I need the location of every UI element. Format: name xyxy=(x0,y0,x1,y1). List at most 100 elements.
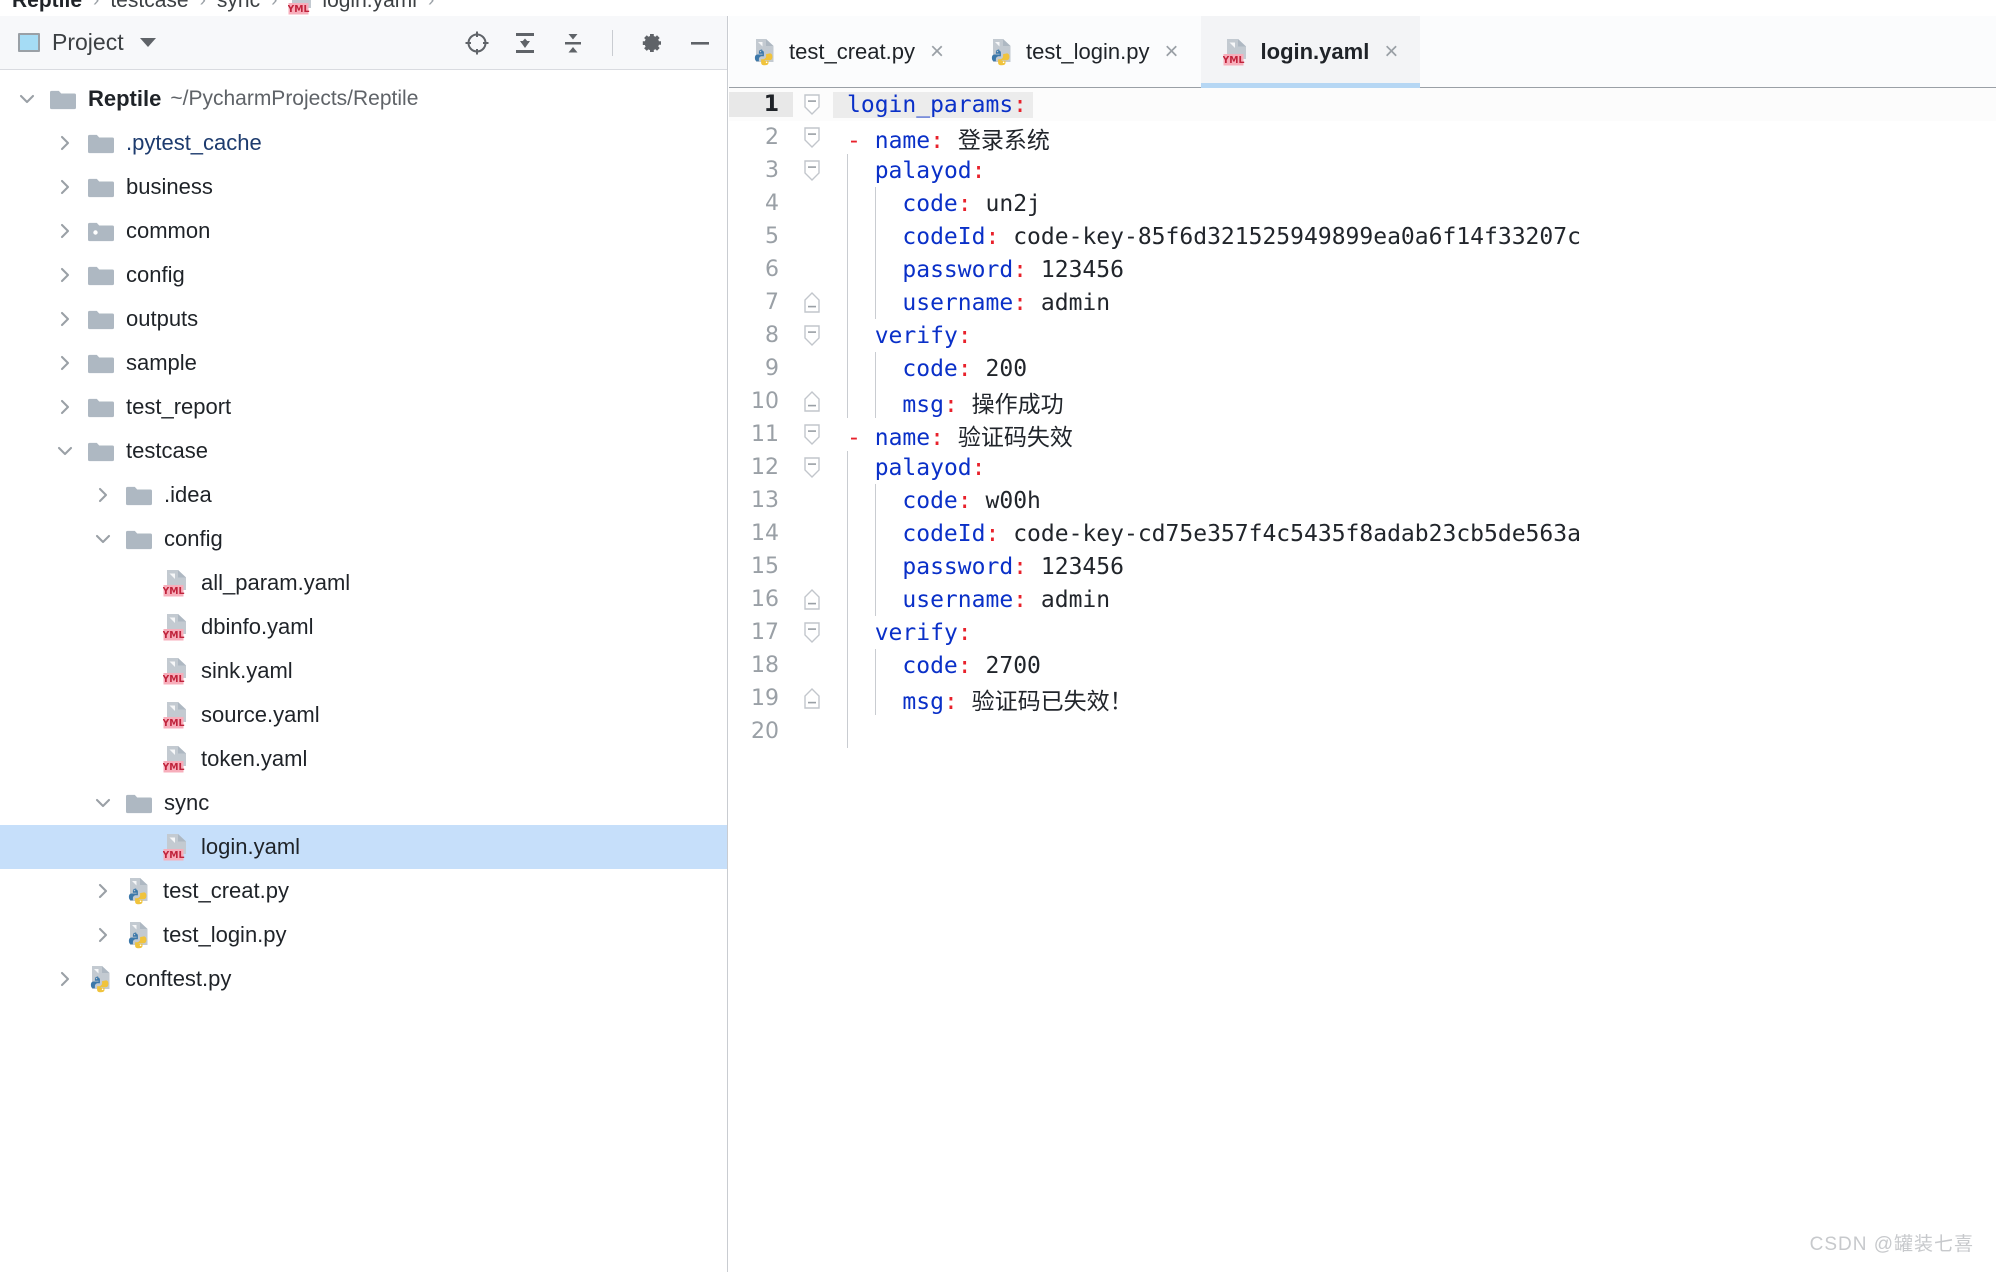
code-line-text: password: 123456 xyxy=(833,257,1124,283)
tree-row[interactable]: .idea xyxy=(0,473,727,517)
chevron-right-icon[interactable] xyxy=(52,966,78,992)
chevron-right-icon[interactable] xyxy=(52,174,78,200)
editor-gutter[interactable] xyxy=(793,583,833,616)
chevron-right-icon[interactable] xyxy=(52,306,78,332)
tree-row[interactable]: sync xyxy=(0,781,727,825)
code-line-text: verify: xyxy=(833,323,972,349)
tree-row[interactable]: config xyxy=(0,517,727,561)
fold-collapse-icon[interactable] xyxy=(803,94,821,122)
fold-end-icon[interactable] xyxy=(803,292,821,320)
yaml-value: w00h xyxy=(985,487,1041,514)
tree-row[interactable]: YML source.yaml xyxy=(0,693,727,737)
yaml-value: 验证码失效 xyxy=(957,424,1073,451)
breadcrumb-item-testcase[interactable]: testcase xyxy=(106,0,192,13)
tree-row[interactable]: sample xyxy=(0,341,727,385)
expand-all-icon[interactable] xyxy=(512,30,538,56)
editor-gutter[interactable] xyxy=(793,352,833,385)
code-line: 10 msg: 操作成功 xyxy=(729,385,1996,418)
editor-gutter[interactable] xyxy=(793,550,833,583)
close-icon[interactable]: × xyxy=(1165,39,1179,64)
tree-row[interactable]: .pytest_cache xyxy=(0,121,727,165)
line-number: 8 xyxy=(765,323,779,348)
fold-collapse-icon[interactable] xyxy=(803,457,821,485)
chevron-down-icon[interactable] xyxy=(14,86,40,112)
editor-gutter[interactable] xyxy=(793,451,833,484)
tree-row[interactable]: Reptile ~/PycharmProjects/Reptile xyxy=(0,77,727,121)
editor-gutter[interactable] xyxy=(793,121,833,154)
yaml-colon: : xyxy=(985,520,1000,547)
chevron-down-icon[interactable] xyxy=(90,526,116,552)
project-panel-toolbar xyxy=(464,16,713,70)
tree-row-selected[interactable]: YML login.yaml xyxy=(0,825,727,869)
editor-tab-test_creat-py[interactable]: test_creat.py × xyxy=(729,16,966,87)
fold-end-icon[interactable] xyxy=(803,688,821,716)
editor-tab-login-yaml[interactable]: YML login.yaml × xyxy=(1200,16,1421,88)
fold-collapse-icon[interactable] xyxy=(803,424,821,452)
editor-gutter[interactable] xyxy=(793,319,833,352)
chevron-down-icon[interactable] xyxy=(139,38,156,47)
fold-end-icon[interactable] xyxy=(803,391,821,419)
breadcrumb-item-login-yaml[interactable]: YML login.yaml xyxy=(284,0,421,16)
chevron-down-icon[interactable] xyxy=(90,790,116,816)
tree-row[interactable]: YML all_param.yaml xyxy=(0,561,727,605)
editor-gutter[interactable] xyxy=(793,154,833,187)
minimize-icon[interactable] xyxy=(687,30,713,56)
editor-gutter[interactable] xyxy=(793,286,833,319)
fold-collapse-icon[interactable] xyxy=(803,325,821,353)
tree-row-label: test_report xyxy=(126,394,232,419)
editor-gutter[interactable] xyxy=(793,616,833,649)
locate-in-tree-icon[interactable] xyxy=(464,30,490,56)
editor-gutter[interactable] xyxy=(793,715,833,748)
tree-row[interactable]: common xyxy=(0,209,727,253)
fold-collapse-icon[interactable] xyxy=(803,127,821,155)
editor-gutter[interactable] xyxy=(793,649,833,682)
tree-row[interactable]: conftest.py xyxy=(0,957,727,1001)
chevron-right-icon[interactable] xyxy=(52,262,78,288)
chevron-right-icon[interactable] xyxy=(90,922,116,948)
tree-row[interactable]: outputs xyxy=(0,297,727,341)
chevron-right-icon[interactable] xyxy=(90,878,116,904)
close-icon[interactable]: × xyxy=(1384,39,1398,64)
chevron-right-icon[interactable] xyxy=(90,482,116,508)
fold-collapse-icon[interactable] xyxy=(803,160,821,188)
tree-row[interactable]: config xyxy=(0,253,727,297)
tree-row[interactable]: testcase xyxy=(0,429,727,473)
editor-gutter[interactable] xyxy=(793,484,833,517)
fold-end-icon[interactable] xyxy=(803,589,821,617)
collapse-all-icon[interactable] xyxy=(560,30,586,56)
editor-gutter[interactable] xyxy=(793,220,833,253)
tree-row[interactable]: business xyxy=(0,165,727,209)
indent-guide xyxy=(847,517,848,550)
chevron-down-icon[interactable] xyxy=(52,438,78,464)
editor-gutter[interactable] xyxy=(793,88,833,121)
chevron-right-icon[interactable] xyxy=(52,350,78,376)
editor-tab-test_login-py[interactable]: test_login.py × xyxy=(966,16,1201,87)
tree-row[interactable]: YML token.yaml xyxy=(0,737,727,781)
chevron-right-icon[interactable] xyxy=(52,218,78,244)
tree-row[interactable]: test_report xyxy=(0,385,727,429)
chevron-right-icon[interactable] xyxy=(52,130,78,156)
indent-guide xyxy=(875,550,876,583)
indent-guide xyxy=(847,715,848,748)
tree-row[interactable]: test_creat.py xyxy=(0,869,727,913)
tree-row-path-note: ~/PycharmProjects/Reptile xyxy=(170,87,419,110)
gear-icon[interactable] xyxy=(639,30,665,56)
editor-gutter[interactable] xyxy=(793,682,833,715)
project-file-tree[interactable]: Reptile ~/PycharmProjects/Reptile .pytest_… xyxy=(0,71,727,1272)
editor-gutter[interactable] xyxy=(793,517,833,550)
project-panel-title-group[interactable]: Project xyxy=(0,29,156,56)
breadcrumb-item-reptile[interactable]: Reptile xyxy=(8,0,86,13)
yaml-colon: : xyxy=(957,355,972,382)
tree-row[interactable]: test_login.py xyxy=(0,913,727,957)
chevron-right-icon[interactable] xyxy=(52,394,78,420)
tree-row[interactable]: YML dbinfo.yaml xyxy=(0,605,727,649)
close-icon[interactable]: × xyxy=(930,39,944,64)
editor-gutter[interactable] xyxy=(793,418,833,451)
code-editor[interactable]: 1 login_params: 2- name: 登录系统 3 palayod: 4 c… xyxy=(729,88,1996,1272)
editor-gutter[interactable] xyxy=(793,385,833,418)
editor-gutter[interactable] xyxy=(793,187,833,220)
breadcrumb-item-sync[interactable]: sync xyxy=(213,0,264,13)
fold-collapse-icon[interactable] xyxy=(803,622,821,650)
editor-gutter[interactable] xyxy=(793,253,833,286)
tree-row[interactable]: YML sink.yaml xyxy=(0,649,727,693)
